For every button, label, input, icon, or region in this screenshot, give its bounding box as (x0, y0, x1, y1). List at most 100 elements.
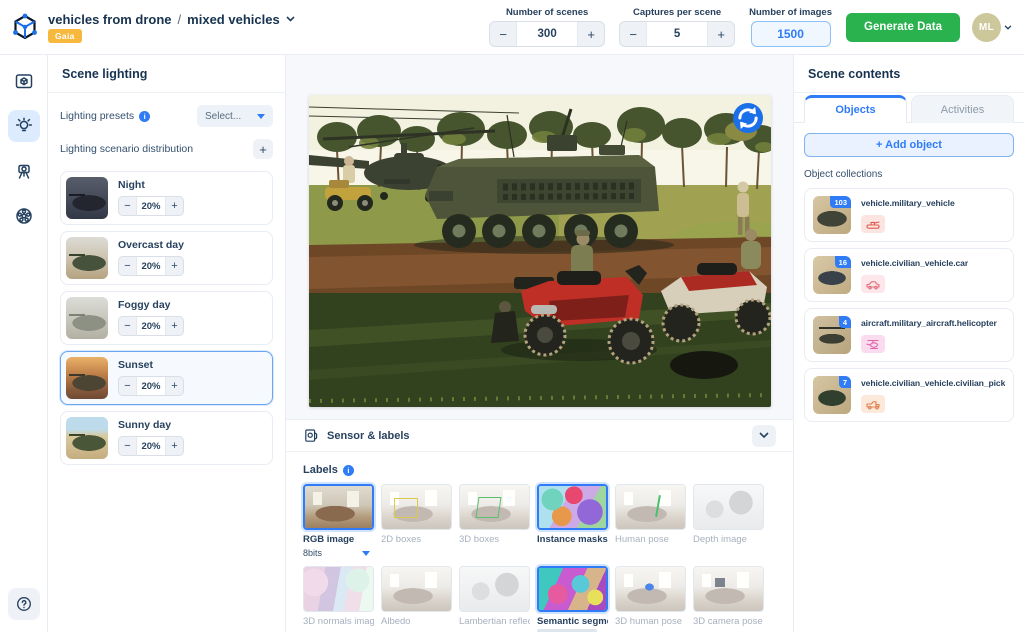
scenes-increment-button[interactable]: + (578, 22, 604, 46)
label-caption: Depth image (693, 534, 747, 545)
generate-data-button[interactable]: Generate Data (846, 12, 960, 42)
label-3d-normals[interactable] (303, 566, 374, 612)
breadcrumb-project[interactable]: vehicles from drone (48, 12, 172, 27)
weight-value[interactable]: 20% (136, 197, 166, 215)
label-3d-boxes[interactable] (459, 484, 530, 530)
user-menu-chevron-icon[interactable] (1004, 24, 1012, 30)
lighting-distribution-label: Lighting scenario distribution (60, 143, 194, 155)
scenario-card-foggy[interactable]: Foggy day − 20% + (60, 291, 273, 345)
scenario-name: Sunset (118, 359, 154, 371)
weight-increment-button[interactable]: + (166, 317, 183, 335)
collection-civilian-car[interactable]: 16 vehicle.civilian_vehicle.car (804, 248, 1014, 302)
weight-decrement-button[interactable]: − (119, 377, 136, 395)
weight-value[interactable]: 20% (136, 437, 166, 455)
chevron-down-icon (362, 550, 370, 556)
refresh-preview-button[interactable] (732, 103, 763, 133)
info-icon[interactable] (342, 464, 354, 476)
lighting-presets-select[interactable]: Select... (197, 105, 273, 127)
weight-increment-button[interactable]: + (166, 257, 183, 275)
label-2d-boxes[interactable] (381, 484, 452, 530)
captures-stepper: − 5 + (619, 21, 736, 47)
tab-activities[interactable]: Activities (911, 95, 1014, 123)
collection-name: aircraft.military_aircraft.helicopter (861, 318, 997, 328)
scenario-thumbnail-sunset (66, 357, 108, 399)
tank-icon (861, 215, 885, 233)
collection-military-vehicle[interactable]: 103 vehicle.military_vehicle (804, 188, 1014, 242)
label-rgb-image[interactable] (303, 484, 374, 530)
label-semantic-segmentation[interactable] (537, 566, 608, 612)
help-button[interactable] (8, 588, 40, 620)
scenario-card-night[interactable]: Night − 20% + (60, 171, 273, 225)
scenario-weight-stepper: − 20% + (118, 256, 184, 276)
scenario-card-sunny[interactable]: Sunny day − 20% + (60, 411, 273, 465)
collection-military-helicopter[interactable]: 4 aircraft.military_aircraft.helicopter (804, 308, 1014, 362)
scenario-card-sunset[interactable]: Sunset − 20% + (60, 351, 273, 405)
scene-preview (308, 95, 771, 407)
weight-decrement-button[interactable]: − (119, 317, 136, 335)
scene-contents-title: Scene contents (794, 55, 1024, 93)
nav-camera-button[interactable] (8, 155, 40, 187)
breadcrumb-scene[interactable]: mixed vehicles (187, 12, 280, 27)
labels-row-1: RGB image 8bits 2D boxes 3D boxes Instan… (303, 484, 776, 558)
weight-value[interactable]: 20% (136, 317, 166, 335)
scenario-name: Foggy day (118, 299, 171, 311)
scenes-decrement-button[interactable]: − (490, 22, 516, 46)
avatar[interactable]: ML (972, 12, 1001, 42)
info-icon[interactable] (139, 110, 151, 122)
collapse-sensor-button[interactable] (752, 424, 776, 447)
add-object-button[interactable]: + Add object (804, 133, 1014, 157)
scenario-thumbnail-sunny (66, 417, 108, 459)
label-albedo[interactable] (381, 566, 452, 612)
nav-assets-button[interactable] (8, 65, 40, 97)
nav-render-button[interactable] (8, 200, 40, 232)
images-control: Number of images 1500 (749, 7, 832, 47)
sensor-labels-bar[interactable]: Sensor & labels (286, 420, 793, 452)
label-caption: Instance masks (537, 534, 608, 545)
scenario-name: Overcast day (118, 239, 184, 251)
tab-objects[interactable]: Objects (804, 95, 907, 123)
plan-badge: Gaia (48, 28, 82, 43)
label-depth-image[interactable] (693, 484, 764, 530)
collection-civilian-pickup[interactable]: 7 vehicle.civilian_vehicle.civilian_pick… (804, 368, 1014, 422)
breadcrumb-chevron-icon[interactable] (286, 16, 295, 22)
captures-label: Captures per scene (633, 7, 722, 18)
user-menu[interactable]: ML (972, 12, 1012, 42)
scenes-value[interactable]: 300 (516, 22, 579, 46)
collection-name: vehicle.civilian_vehicle.car (861, 258, 969, 268)
help-icon (17, 597, 31, 611)
weight-decrement-button[interactable]: − (119, 437, 136, 455)
film-reel-icon (15, 208, 32, 224)
weight-increment-button[interactable]: + (166, 437, 183, 455)
breadcrumb-separator: / (177, 11, 182, 27)
scenario-card-overcast[interactable]: Overcast day − 20% + (60, 231, 273, 285)
weight-value[interactable]: 20% (136, 377, 166, 395)
nav-lighting-button[interactable] (7, 110, 40, 142)
sensor-icon (305, 428, 318, 442)
label-3d-camera-pose[interactable] (693, 566, 764, 612)
captures-decrement-button[interactable]: − (620, 22, 646, 46)
labels-row-2: 3D normals image Albedo Lambertian refle… (303, 566, 776, 632)
camera-tripod-icon (17, 164, 30, 179)
label-caption: Human pose (615, 534, 669, 545)
label-human-pose[interactable] (615, 484, 686, 530)
images-total: 1500 (750, 21, 831, 47)
app-header: vehicles from drone / mixed vehicles Gai… (0, 0, 1024, 55)
weight-increment-button[interactable]: + (166, 197, 183, 215)
lightbulb-icon (15, 117, 32, 132)
label-instance-masks[interactable] (537, 484, 608, 530)
label-lambertian[interactable] (459, 566, 530, 612)
weight-value[interactable]: 20% (136, 257, 166, 275)
label-3d-human-pose[interactable] (615, 566, 686, 612)
weight-increment-button[interactable]: + (166, 377, 183, 395)
weight-decrement-button[interactable]: − (119, 197, 136, 215)
scenario-weight-stepper: − 20% + (118, 196, 184, 216)
captures-value[interactable]: 5 (646, 22, 709, 46)
add-scenario-button[interactable]: + (253, 139, 273, 159)
breadcrumb[interactable]: vehicles from drone / mixed vehicles (48, 12, 295, 27)
weight-decrement-button[interactable]: − (119, 257, 136, 275)
scenario-thumbnail-overcast (66, 237, 108, 279)
scenario-name: Sunny day (118, 419, 172, 431)
nav-rail (0, 55, 48, 632)
captures-increment-button[interactable]: + (708, 22, 734, 46)
rgb-bitdepth-select[interactable]: 8bits (303, 548, 374, 558)
